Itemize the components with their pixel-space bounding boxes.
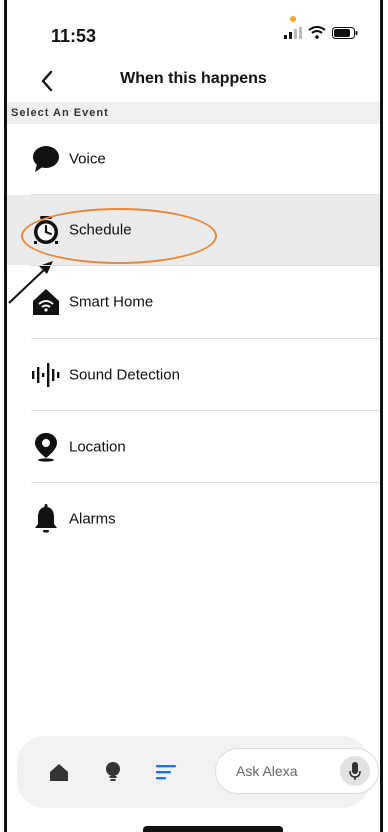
section-header: Select An Event [7, 102, 380, 124]
signal-icon [284, 26, 302, 39]
home-indicator [143, 826, 283, 832]
event-label: Alarms [69, 510, 116, 528]
lightbulb-icon[interactable] [101, 760, 125, 784]
ask-alexa-placeholder: Ask Alexa [236, 763, 298, 779]
status-time: 11:53 [51, 26, 97, 46]
wifi-icon [308, 26, 326, 39]
sound-wave-icon [31, 360, 61, 390]
divider [31, 338, 380, 339]
speech-bubble-icon [31, 144, 61, 174]
bottom-nav: Ask Alexa [17, 736, 379, 808]
battery-icon [332, 26, 358, 39]
home-icon[interactable] [47, 760, 71, 784]
event-label: Location [69, 438, 126, 456]
divider [31, 410, 380, 411]
ask-alexa-input[interactable]: Ask Alexa [215, 748, 379, 794]
phone-frame: 11:53 When this happens Select An Event … [4, 0, 383, 832]
event-label: Voice [69, 150, 106, 168]
event-item-location[interactable]: Location [7, 412, 380, 482]
event-label: Smart Home [69, 293, 154, 311]
divider [31, 482, 380, 483]
menu-icon[interactable] [155, 760, 179, 784]
divider [31, 265, 380, 266]
status-icons [284, 26, 358, 39]
page-title: When this happens [120, 70, 267, 87]
bell-icon [31, 504, 61, 534]
privacy-indicator [290, 16, 296, 22]
event-item-voice[interactable]: Voice [7, 124, 380, 194]
header: When this happens [7, 58, 380, 102]
event-item-alarms[interactable]: Alarms [7, 484, 380, 554]
event-item-sound-detection[interactable]: Sound Detection [7, 340, 380, 410]
event-item-smart-home[interactable]: Smart Home [7, 267, 380, 337]
event-label: Sound Detection [69, 366, 180, 384]
location-pin-icon [31, 432, 61, 462]
microphone-icon[interactable] [340, 756, 370, 786]
status-bar: 11:53 [7, 0, 380, 58]
smart-home-icon [31, 287, 61, 317]
